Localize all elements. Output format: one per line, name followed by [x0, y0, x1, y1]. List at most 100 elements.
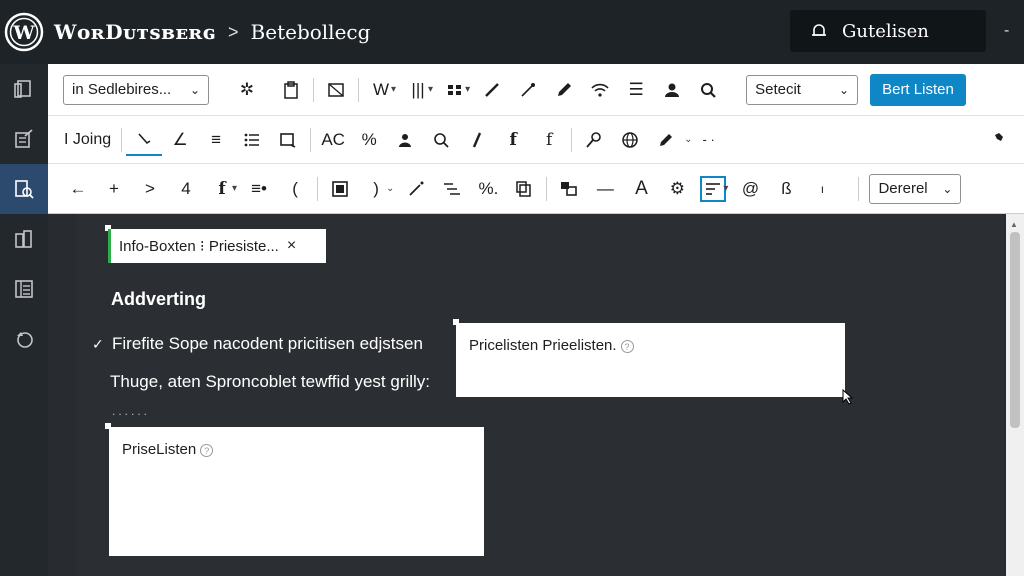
link-hook-icon[interactable] — [126, 124, 163, 156]
top-action-label: Gutelisen — [842, 20, 929, 42]
image-icon[interactable] — [318, 72, 354, 108]
draw-icon[interactable] — [648, 122, 684, 158]
info-box-tag[interactable]: Info-Boxten ⁝ Priesiste... × — [108, 229, 326, 263]
clipboard-icon[interactable] — [273, 72, 309, 108]
chevron-down-icon[interactable]: ⌄ — [684, 134, 692, 145]
magic-wand-icon[interactable] — [398, 171, 434, 207]
sidebar-item-plugins[interactable] — [0, 314, 48, 364]
sidebar-item-posts[interactable] — [0, 114, 48, 164]
bracket-left-icon[interactable]: ( — [277, 171, 313, 207]
copy-icon[interactable] — [506, 171, 542, 207]
percent-icon[interactable]: % — [351, 122, 387, 158]
sidebar-item-pages[interactable] — [0, 64, 48, 114]
w-format-label: W — [372, 79, 390, 99]
person-icon[interactable] — [387, 122, 423, 158]
text-color-button[interactable]: A — [623, 171, 659, 207]
slash-pen-icon[interactable] — [459, 122, 495, 158]
pencil-icon[interactable] — [546, 72, 582, 108]
tick-icon[interactable]: ı — [804, 171, 840, 207]
toolbar-divider — [571, 127, 573, 152]
gallery-icon[interactable] — [322, 171, 358, 207]
function-f-alt-button[interactable]: f — [531, 122, 567, 158]
brush-icon[interactable] — [510, 72, 546, 108]
horizontal-rule-icon[interactable]: ― — [587, 171, 623, 207]
angle-icon[interactable]: ∠ — [162, 122, 198, 158]
user-search-icon[interactable] — [690, 72, 726, 108]
search-icon[interactable] — [423, 122, 459, 158]
pin-icon[interactable] — [576, 122, 612, 158]
sidebar-item-library[interactable] — [0, 214, 48, 264]
bulleted-list-icon[interactable] — [234, 122, 270, 158]
block-type-select[interactable]: in Sedlebires... ⌄ — [63, 74, 209, 105]
chevron-down-icon[interactable]: ▾ — [391, 84, 396, 95]
wrench-icon[interactable] — [978, 122, 1014, 158]
document-search-icon — [15, 180, 34, 199]
block-heading[interactable]: Addverting — [111, 289, 206, 310]
number-four-icon[interactable]: 4 — [168, 171, 204, 207]
list-format-icon[interactable]: ≡• — [241, 171, 277, 207]
text-lines-icon[interactable] — [434, 171, 470, 207]
mouse-cursor-icon — [842, 389, 854, 405]
wordpress-logo-icon[interactable]: W — [2, 10, 46, 54]
join-button[interactable]: I Joing — [58, 131, 117, 149]
greater-than-icon[interactable]: > — [132, 171, 168, 207]
blocks-icon[interactable] — [551, 171, 587, 207]
toolbar-divider — [358, 77, 359, 102]
align-icon[interactable]: ≡ — [198, 122, 234, 158]
function-label: f — [218, 178, 226, 199]
view-select[interactable]: Dererel ⌄ — [869, 173, 962, 204]
top-action-button[interactable]: Gutelisen — [790, 10, 986, 52]
topbar-more[interactable]: - — [1004, 22, 1009, 40]
help-icon[interactable]: ? — [200, 443, 214, 457]
scroll-up-icon[interactable]: ▲ — [1010, 220, 1018, 229]
chevron-down-icon[interactable]: ⌄ — [386, 183, 394, 194]
site-brand[interactable]: WᴏʀDᴜᴛsʙᴇʀɢ — [54, 20, 216, 44]
crop-icon[interactable] — [270, 122, 306, 158]
toolbar-divider — [858, 176, 860, 201]
chevron-down-icon: ⌄ — [839, 82, 850, 97]
chevron-down-icon[interactable]: ▾ — [723, 183, 728, 194]
percent-icon[interactable]: %. — [470, 171, 506, 207]
info-box-tag-label: Info-Boxten ⁝ Priesiste... — [119, 238, 279, 255]
user-icon[interactable] — [654, 72, 690, 108]
placeholder-dots: ...... — [112, 404, 151, 418]
paragraph-text[interactable]: Thuge, aten Sproncoblet tewffid yest gri… — [110, 372, 430, 392]
toolbar-row-2: I Joing ∠ ≡ AC % f f ⌄ - · — [48, 116, 1024, 164]
function-f-button[interactable]: f — [495, 122, 531, 158]
sharp-s-button[interactable]: ß — [768, 171, 804, 207]
ac-button[interactable]: AC — [315, 122, 351, 158]
row2-more[interactable]: - · — [697, 132, 721, 147]
pages-icon — [14, 80, 31, 98]
sharp-s-label: ß — [781, 178, 792, 198]
close-icon[interactable]: × — [287, 237, 296, 255]
chevron-down-icon: ⌄ — [189, 82, 200, 97]
scrollbar-thumb[interactable] — [1010, 232, 1020, 428]
collapsible-paragraph[interactable]: ✓ Firefite Sope nacodent pricitisen edjst… — [92, 334, 423, 354]
pricelist-box-top-text: Pricelisten Prieelisten. — [469, 337, 617, 354]
edit-document-icon — [15, 129, 33, 148]
chevron-down-icon[interactable]: ▾ — [232, 183, 237, 194]
menu-icon[interactable]: ☰ — [618, 72, 654, 108]
sidebar-item-list[interactable] — [0, 264, 48, 314]
toolbar-divider — [546, 176, 548, 201]
chevron-down-icon[interactable]: ▾ — [428, 84, 433, 95]
pricelist-box-bottom[interactable]: PriseListen? — [109, 427, 484, 556]
wifi-icon[interactable] — [582, 72, 618, 108]
pricelist-box-top[interactable]: Pricelisten Prieelisten.? — [456, 323, 845, 397]
pen-icon[interactable] — [474, 72, 510, 108]
style-select-value: Setecit — [755, 81, 801, 98]
at-symbol-icon[interactable]: @ — [732, 171, 768, 207]
sparkle-icon[interactable]: ✲ — [229, 72, 265, 108]
chevron-down-icon[interactable]: ✓ — [92, 336, 112, 353]
chevron-down-icon[interactable]: ▾ — [465, 84, 470, 95]
svg-text:W: W — [12, 22, 35, 44]
globe-icon[interactable] — [612, 122, 648, 158]
sidebar-item-editor[interactable] — [0, 164, 56, 214]
style-select[interactable]: Setecit ⌄ — [746, 74, 859, 105]
primary-action-button[interactable]: Bert Listen — [870, 73, 966, 106]
plus-icon[interactable]: + — [96, 171, 132, 207]
help-icon[interactable]: ? — [620, 339, 634, 353]
breadcrumb-current[interactable]: Betebollecg — [251, 20, 371, 44]
arrow-left-icon[interactable]: ← — [60, 171, 96, 207]
settings-gear-icon[interactable]: ⚙ — [659, 171, 695, 207]
